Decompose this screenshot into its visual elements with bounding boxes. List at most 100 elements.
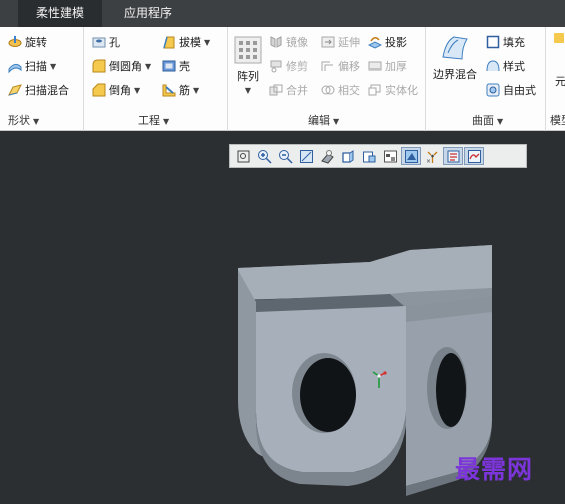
solidify-icon: [368, 83, 382, 97]
pattern-dropdown-icon[interactable]: ▼: [245, 86, 251, 95]
draft-button[interactable]: 拔模 ▼: [162, 32, 210, 52]
group-engineering: 孔 倒圆角 ▼ 倒角 ▼ 拔模 ▼ 壳 筋 ▼ 工程 ▼: [84, 27, 228, 131]
extend-button[interactable]: 延伸: [321, 32, 360, 52]
refit-icon[interactable]: [233, 147, 253, 165]
style-button[interactable]: 样式: [486, 56, 525, 76]
annotation-display-icon[interactable]: [464, 147, 484, 165]
hole-button[interactable]: 孔: [92, 32, 120, 52]
group-editing-title: 编辑: [308, 114, 330, 127]
solidify-label: 实体化: [385, 84, 418, 97]
extend-icon: [321, 35, 335, 49]
sweep-button[interactable]: 扫描 ▼: [8, 56, 56, 76]
chamfer-button[interactable]: 倒角 ▼: [92, 80, 140, 100]
group-engineering-title: 工程: [138, 114, 160, 127]
group-shape-label[interactable]: 形状 ▼: [8, 112, 39, 128]
solidify-button[interactable]: 实体化: [368, 80, 418, 100]
zoom-in-icon[interactable]: [254, 147, 274, 165]
thicken-button[interactable]: 加厚: [368, 56, 407, 76]
swept-blend-label: 扫描混合: [25, 84, 69, 97]
hole-label: 孔: [109, 36, 120, 49]
pattern-label: 阵列: [237, 70, 259, 83]
rib-icon: [162, 83, 176, 97]
chamfer-label: 倒角: [109, 84, 131, 97]
rib-label: 筋: [179, 84, 190, 97]
intersect-button[interactable]: 相交: [321, 80, 360, 100]
group-surface-label[interactable]: 曲面 ▼: [472, 112, 503, 128]
group-shape-title: 形状: [8, 114, 30, 127]
model-intent-icon[interactable]: [554, 33, 564, 43]
group-surface: 边界混合 填充 样式 自由式 曲面 ▼: [426, 27, 546, 131]
offset-button[interactable]: 偏移: [321, 56, 360, 76]
graphics-toolbar: ×: [229, 144, 527, 168]
shading-icon[interactable]: [317, 147, 337, 165]
tab-flexible-modeling[interactable]: 柔性建模: [18, 0, 102, 27]
pattern-button[interactable]: 阵列 ▼: [232, 35, 264, 95]
shaded-edges-icon[interactable]: [338, 147, 358, 165]
repaint-icon[interactable]: [296, 147, 316, 165]
view-manager-icon[interactable]: [401, 147, 421, 165]
group-model-label[interactable]: 模型: [550, 112, 565, 128]
freestyle-button[interactable]: 自由式: [486, 80, 536, 100]
chevron-down-icon: ▼: [333, 117, 340, 126]
mirror-button[interactable]: 镜像: [269, 32, 308, 52]
boundary-blend-button[interactable]: 边界混合: [430, 33, 480, 82]
group-model-title: 模型: [550, 114, 565, 127]
draft-label: 拔模: [179, 36, 201, 49]
thicken-label: 加厚: [385, 60, 407, 73]
round-button[interactable]: 倒圆角 ▼: [92, 56, 151, 76]
zoom-out-icon[interactable]: [275, 147, 295, 165]
datum-display-icon[interactable]: ×: [422, 147, 442, 165]
extend-label: 延伸: [338, 36, 360, 49]
trim-icon: [269, 59, 283, 73]
group-engineering-label[interactable]: 工程 ▼: [138, 112, 169, 128]
round-icon: [92, 59, 106, 73]
revolve-button[interactable]: 旋转: [8, 32, 47, 52]
project-label: 投影: [385, 36, 407, 49]
group-editing-label[interactable]: 编辑 ▼: [308, 112, 339, 128]
tab-applications[interactable]: 应用程序: [108, 0, 188, 27]
round-dropdown-icon[interactable]: ▼: [145, 62, 151, 71]
chevron-down-icon: ▼: [33, 117, 40, 126]
rib-button[interactable]: 筋 ▼: [162, 80, 199, 100]
trim-label: 修剪: [286, 60, 308, 73]
offset-label: 偏移: [338, 60, 360, 73]
fill-icon: [486, 35, 500, 49]
rib-dropdown-icon[interactable]: ▼: [193, 86, 199, 95]
freestyle-icon: [486, 83, 500, 97]
shell-label: 壳: [179, 60, 190, 73]
group-model-partial: 元 模型: [546, 27, 565, 131]
intersect-label: 相交: [338, 84, 360, 97]
fill-label: 填充: [503, 36, 525, 49]
chamfer-dropdown-icon[interactable]: ▼: [134, 86, 140, 95]
merge-button[interactable]: 合并: [269, 80, 308, 100]
model-intent-label: 元: [555, 75, 565, 88]
chevron-down-icon: ▼: [497, 117, 504, 126]
group-surface-title: 曲面: [472, 114, 494, 127]
pattern-icon: [234, 36, 262, 64]
swept-blend-button[interactable]: 扫描混合: [8, 80, 69, 100]
mirror-icon: [269, 35, 283, 49]
intersect-icon: [321, 83, 335, 97]
trim-button[interactable]: 修剪: [269, 56, 308, 76]
ribbon-tab-bar: 柔性建模 应用程序: [0, 0, 565, 27]
sweep-icon: [8, 59, 22, 74]
round-label: 倒圆角: [109, 60, 142, 73]
svg-text:×: ×: [426, 158, 431, 164]
project-button[interactable]: 投影: [367, 32, 407, 52]
model-intent-button[interactable]: 元: [555, 71, 565, 91]
fill-button[interactable]: 填充: [486, 32, 525, 52]
sweep-dropdown-icon[interactable]: ▼: [50, 62, 56, 71]
group-shape: 旋转 扫描 ▼ 扫描混合 形状 ▼: [0, 27, 84, 131]
project-icon: [367, 35, 383, 49]
offset-icon: [321, 59, 335, 73]
watermark-logo: 最需网: [455, 455, 534, 484]
graphics-viewport[interactable]: × 最需网: [0, 132, 565, 504]
draft-icon: [162, 35, 176, 49]
draft-dropdown-icon[interactable]: ▼: [204, 38, 210, 47]
shell-button[interactable]: 壳: [162, 56, 190, 76]
swept-blend-icon: [8, 83, 22, 97]
spin-center-icon[interactable]: [443, 147, 463, 165]
shell-icon: [162, 59, 176, 73]
hidden-line-icon[interactable]: [359, 147, 379, 165]
saved-views-icon[interactable]: [380, 147, 400, 165]
